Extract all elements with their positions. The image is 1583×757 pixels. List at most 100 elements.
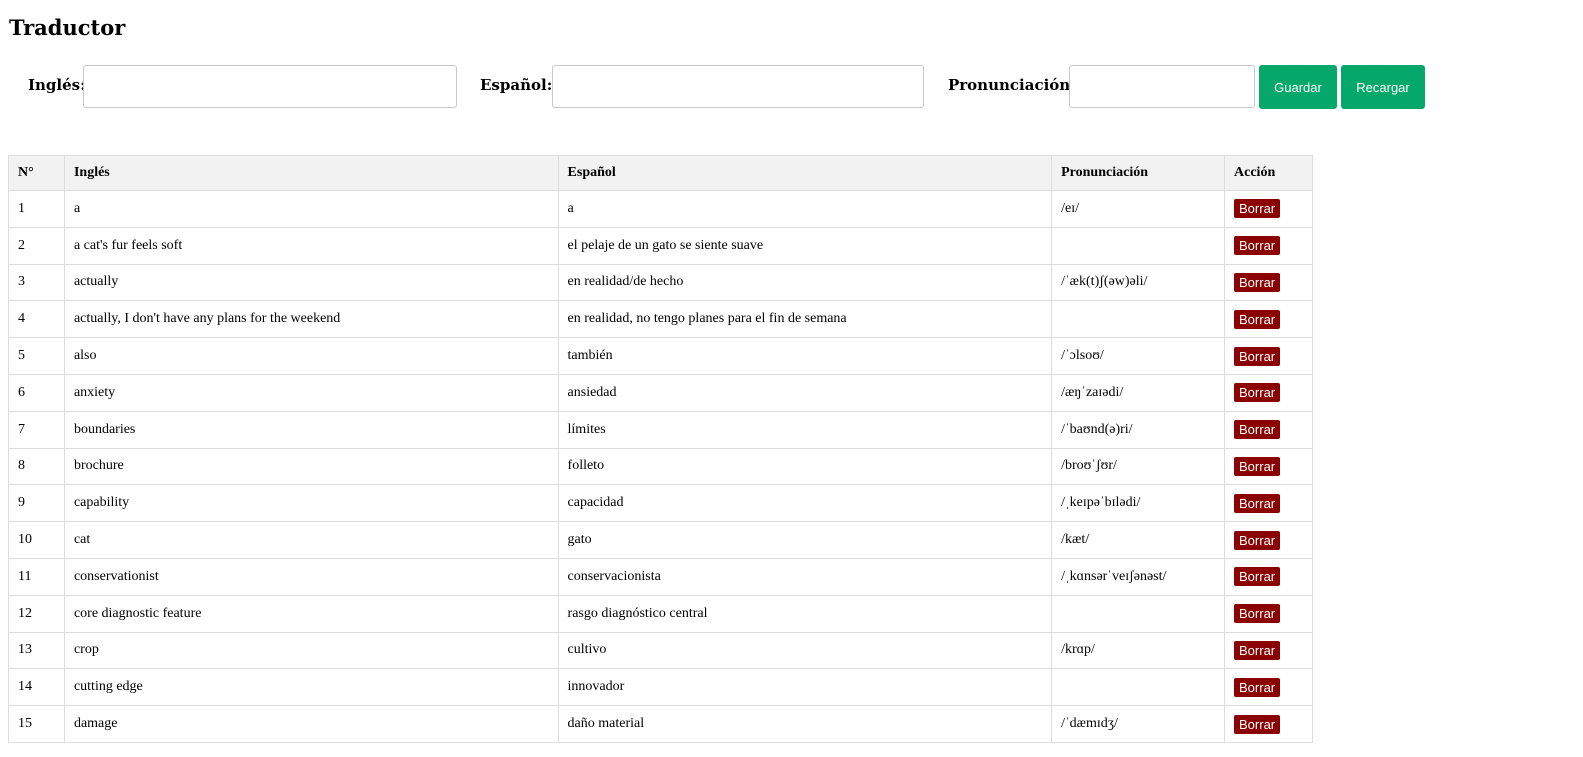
cell-number: 8: [8, 447, 65, 486]
table-row: 4 actually, I don't have any plans for th…: [8, 300, 1313, 339]
cell-english: conservationist: [63, 557, 559, 596]
column-header-action: Acción: [1224, 155, 1313, 191]
spanish-input[interactable]: [552, 65, 924, 108]
cell-number: 13: [8, 631, 65, 670]
cell-spanish: folleto: [557, 447, 1053, 486]
table-row: 6 anxiety ansiedad/æŋˈzaɪədi/Borrar: [8, 373, 1313, 412]
column-header-number: N°: [8, 155, 65, 191]
cell-spanish: cultivo: [557, 631, 1053, 670]
cell-action: Borrar: [1224, 226, 1313, 265]
delete-button[interactable]: Borrar: [1234, 714, 1281, 734]
cell-number: 1: [8, 190, 65, 228]
delete-button[interactable]: Borrar: [1234, 346, 1281, 366]
cell-number: 11: [8, 557, 65, 596]
cell-action: Borrar: [1224, 410, 1313, 449]
cell-pronunciation: /ˌkɑnsərˈveɪʃənəst/: [1051, 557, 1226, 596]
cell-spanish: límites: [557, 410, 1053, 449]
cell-spanish: daño material: [557, 705, 1053, 743]
delete-button[interactable]: Borrar: [1234, 640, 1281, 660]
table-row: 15 damage daño material/ˈdæmɪdʒ/Borrar: [8, 705, 1313, 743]
cell-pronunciation: /ˌkeɪpəˈbɪlədi/: [1051, 484, 1226, 523]
cell-pronunciation: /ˈbaʊnd(ə)ri/: [1051, 410, 1226, 449]
table-row: 8 brochure folleto/broʊˈʃʊr/Borrar: [8, 447, 1313, 486]
delete-button[interactable]: Borrar: [1234, 456, 1281, 476]
cell-number: 4: [8, 300, 65, 339]
cell-spanish: conservacionista: [557, 557, 1053, 596]
cell-pronunciation: /broʊˈʃʊr/: [1051, 447, 1226, 486]
cell-english: a cat's fur feels soft: [63, 226, 559, 265]
cell-pronunciation: /æŋˈzaɪədi/: [1051, 373, 1226, 412]
cell-spanish: a: [557, 190, 1053, 228]
table-row: 2a cat's fur feels soft el pelaje de un g…: [8, 226, 1313, 265]
cell-english: cat: [63, 521, 559, 559]
cell-pronunciation: /ˈdæmɪdʒ/: [1051, 705, 1226, 743]
delete-button[interactable]: Borrar: [1234, 309, 1281, 329]
cell-action: Borrar: [1224, 190, 1313, 228]
cell-pronunciation: [1051, 594, 1226, 633]
cell-english: crop: [63, 631, 559, 670]
cell-english: a: [63, 190, 559, 228]
cell-number: 10: [8, 521, 65, 559]
delete-button[interactable]: Borrar: [1234, 383, 1281, 403]
delete-button[interactable]: Borrar: [1234, 199, 1281, 219]
cell-number: 2: [8, 226, 65, 265]
cell-english: brochure: [63, 447, 559, 486]
english-input[interactable]: [83, 65, 457, 108]
cell-pronunciation: /ˈæk(t)ʃ(əw)əli/: [1051, 263, 1226, 302]
cell-english: boundaries: [63, 410, 559, 449]
table-row: 3 actually en realidad/de hecho/ˈæk(t)ʃ(əw…: [8, 263, 1313, 302]
delete-button[interactable]: Borrar: [1234, 236, 1281, 256]
cell-action: Borrar: [1224, 705, 1313, 743]
cell-number: 12: [8, 594, 65, 633]
spanish-label: Español:: [480, 76, 553, 94]
cell-number: 15: [8, 705, 65, 743]
words-table: N° Inglés Español Pronunciación Acción 1…: [8, 155, 1313, 743]
delete-button[interactable]: Borrar: [1234, 604, 1281, 624]
cell-english: core diagnostic feature: [63, 594, 559, 633]
cell-spanish: rasgo diagnóstico central: [557, 594, 1053, 633]
table-row: 10 cat gato/kæt/Borrar: [8, 521, 1313, 559]
cell-number: 7: [8, 410, 65, 449]
cell-pronunciation: /krɑp/: [1051, 631, 1226, 670]
cell-english: anxiety: [63, 373, 559, 412]
table-row: 9 capability capacidad/ˌkeɪpəˈbɪlədi/Borra…: [8, 484, 1313, 523]
cell-number: 9: [8, 484, 65, 523]
cell-pronunciation: /eɪ/: [1051, 190, 1226, 228]
delete-button[interactable]: Borrar: [1234, 677, 1281, 697]
cell-english: damage: [63, 705, 559, 743]
delete-button[interactable]: Borrar: [1234, 493, 1281, 513]
cell-spanish: gato: [557, 521, 1053, 559]
delete-button[interactable]: Borrar: [1234, 567, 1281, 587]
cell-english: cutting edge: [63, 668, 559, 707]
delete-button[interactable]: Borrar: [1234, 530, 1281, 550]
cell-action: Borrar: [1224, 557, 1313, 596]
pronunciation-label: Pronunciación:: [948, 76, 1076, 94]
reload-button[interactable]: Recargar: [1341, 65, 1425, 109]
pronunciation-input[interactable]: [1069, 65, 1255, 108]
cell-action: Borrar: [1224, 521, 1313, 559]
cell-action: Borrar: [1224, 594, 1313, 633]
delete-button[interactable]: Borrar: [1234, 420, 1281, 440]
table-row: 12 core diagnostic feature rasgo diagnósti…: [8, 594, 1313, 633]
table-row: 1 a a/eɪ/Borrar: [8, 190, 1313, 228]
cell-pronunciation: /ˈɔlsoʊ/: [1051, 337, 1226, 375]
cell-number: 5: [8, 337, 65, 375]
table-row: 7 boundaries límites/ˈbaʊnd(ə)ri/Borrar: [8, 410, 1313, 449]
table-header-row: N° Inglés Español Pronunciación Acción: [8, 155, 1313, 191]
cell-spanish: también: [557, 337, 1053, 375]
cell-action: Borrar: [1224, 263, 1313, 302]
cell-number: 6: [8, 373, 65, 412]
cell-spanish: innovador: [557, 668, 1053, 707]
cell-spanish: el pelaje de un gato se siente suave: [557, 226, 1053, 265]
cell-spanish: ansiedad: [557, 373, 1053, 412]
cell-pronunciation: [1051, 668, 1226, 707]
cell-spanish: en realidad, no tengo planes para el fin…: [557, 300, 1053, 339]
delete-button[interactable]: Borrar: [1234, 272, 1281, 292]
cell-english: capability: [63, 484, 559, 523]
save-button[interactable]: Guardar: [1259, 65, 1337, 109]
cell-pronunciation: [1051, 226, 1226, 265]
cell-action: Borrar: [1224, 631, 1313, 670]
table-row: 11 conservationist conservacionista/ˌkɑnsə…: [8, 557, 1313, 596]
cell-english: also: [63, 337, 559, 375]
table-row: 14 cutting edge innovador Borrar: [8, 668, 1313, 707]
